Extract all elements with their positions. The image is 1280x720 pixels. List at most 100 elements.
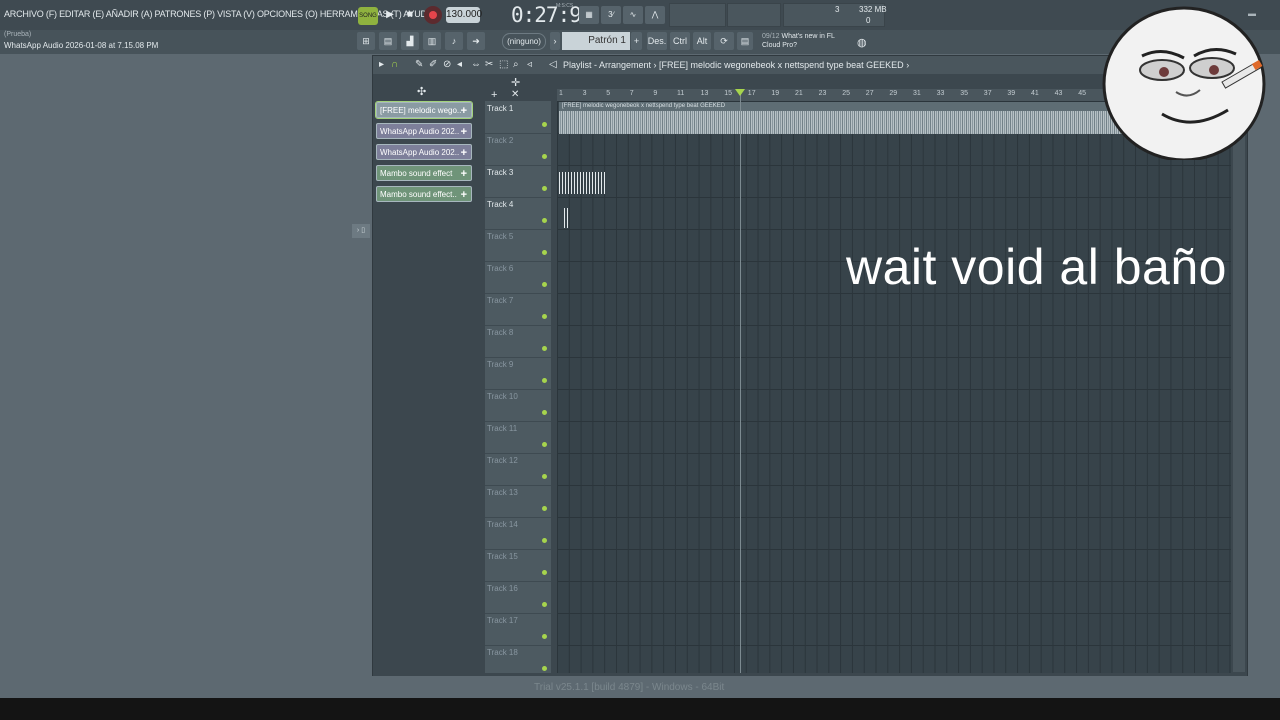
zoom-tool-icon[interactable]: ⌕ [513, 59, 519, 70]
track-header[interactable]: Track 1 [485, 101, 551, 134]
track-header[interactable]: Track 15 [485, 549, 551, 582]
wait-input-icon[interactable]: ∿ [623, 6, 643, 24]
add-track-icon[interactable]: ✛ [511, 76, 520, 89]
track-enable-dot[interactable] [542, 250, 547, 255]
pattern-rec-box[interactable] [669, 3, 726, 27]
playlist-icon[interactable]: ⊞ [357, 32, 375, 50]
playhead-marker[interactable] [735, 89, 745, 96]
plus-icon[interactable]: + [461, 124, 467, 138]
pattern-none-select[interactable]: (ninguno) [502, 33, 546, 50]
prev-pattern-icon[interactable]: › [550, 32, 560, 50]
vertical-scrollbar[interactable] [1233, 76, 1245, 672]
track-enable-dot[interactable] [542, 410, 547, 415]
stop-icon[interactable]: ■ [401, 6, 419, 24]
picker-clip[interactable]: Mambo sound effect.. + [376, 186, 472, 202]
plus-icon[interactable]: + [461, 187, 467, 201]
browser-icon[interactable]: ♪ [445, 32, 463, 50]
speaker-icon[interactable]: ◁ [549, 59, 557, 70]
track-header[interactable]: Track 5 [485, 229, 551, 262]
arrangement-name[interactable]: [FREE] melodic wegonebeok x nettspend ty… [659, 60, 904, 70]
playhead[interactable] [740, 89, 741, 673]
magnet-icon[interactable]: ∩ [391, 59, 398, 70]
window-menu-icon[interactable]: ▸ [379, 59, 384, 70]
track-header[interactable]: Track 4 [485, 197, 551, 230]
piano-roll-icon[interactable]: ▟ [401, 32, 419, 50]
mute-tool-icon[interactable]: ◂ [457, 59, 462, 70]
news-panel[interactable]: 09/12 What's new in FL Cloud Pro? [762, 32, 835, 50]
paint-tool-icon[interactable]: ✐ [429, 59, 437, 70]
slice-tool-icon[interactable]: ✂ [485, 59, 493, 70]
track-enable-dot[interactable] [542, 570, 547, 575]
playlist-grid[interactable] [557, 101, 1231, 673]
play-icon[interactable]: ▶ [381, 6, 399, 24]
track-enable-dot[interactable] [542, 538, 547, 543]
select-tool-icon[interactable]: ⬚ [499, 59, 508, 70]
close-icon[interactable]: ✕ [511, 89, 519, 100]
track-enable-dot[interactable] [542, 314, 547, 319]
arrow-icon[interactable]: ➜ [467, 32, 485, 50]
track-header[interactable]: Track 2 [485, 133, 551, 166]
track-header[interactable]: Track 8 [485, 325, 551, 358]
picker-arrow-icon[interactable]: ✣ [417, 85, 426, 98]
audio-clip-waveform[interactable] [559, 111, 1139, 134]
track-enable-dot[interactable] [542, 186, 547, 191]
picker-clip[interactable]: WhatsApp Audio 202.. + [376, 123, 472, 139]
track-header[interactable]: Track 6 [485, 261, 551, 294]
track-enable-dot[interactable] [542, 378, 547, 383]
delete-tool-icon[interactable]: ⊘ [443, 59, 451, 70]
step-edit-icon[interactable]: 3∕ [601, 6, 621, 24]
plus-icon[interactable]: + [461, 166, 467, 180]
track-enable-dot[interactable] [542, 474, 547, 479]
des-button[interactable]: Des. [647, 32, 667, 50]
slip-tool-icon[interactable]: ⇔ [471, 59, 481, 70]
track-header[interactable]: Track 18 [485, 645, 551, 678]
track-header[interactable]: Track 16 [485, 581, 551, 614]
ctrl-button[interactable]: Ctrl [670, 32, 690, 50]
add-pattern-icon[interactable]: + [631, 32, 642, 50]
track-enable-dot[interactable] [542, 442, 547, 447]
picker-clip[interactable]: Mambo sound effect + [376, 165, 472, 181]
track-header[interactable]: Track 10 [485, 389, 551, 422]
track-header[interactable]: Track 11 [485, 421, 551, 454]
track-header[interactable]: Track 9 [485, 357, 551, 390]
browser-toggle-icon[interactable]: › ▯ [352, 224, 370, 238]
tempo-display[interactable]: 130.000 [446, 7, 482, 23]
draw-tool-icon[interactable]: ✎ [415, 59, 423, 70]
track-enable-dot[interactable] [542, 346, 547, 351]
track-enable-dot[interactable] [542, 666, 547, 671]
track-header[interactable]: Track 7 [485, 293, 551, 326]
plus-icon[interactable]: + [461, 145, 467, 159]
plugin-icon[interactable]: ⟳ [714, 32, 734, 50]
channel-rack-icon[interactable]: ▤ [379, 32, 397, 50]
whatsapp-clip-waveform[interactable] [559, 172, 605, 194]
globe-icon[interactable]: ◍ [857, 36, 867, 49]
picker-clip[interactable]: [FREE] melodic wego.. + [375, 101, 473, 119]
mambo-clip-waveform[interactable] [564, 208, 570, 228]
track-enable-dot[interactable] [542, 122, 547, 127]
track-header[interactable]: Track 17 [485, 613, 551, 646]
track-header[interactable]: Track 14 [485, 517, 551, 550]
plus-icon[interactable]: + [461, 103, 467, 117]
song-mode-button[interactable]: SONG [358, 7, 378, 25]
picker-clip[interactable]: WhatsApp Audio 202.. + [376, 144, 472, 160]
track-header[interactable]: Track 13 [485, 485, 551, 518]
track-enable-dot[interactable] [542, 154, 547, 159]
snap-box[interactable] [727, 3, 781, 27]
metronome-icon[interactable]: ⋀ [645, 6, 665, 24]
alt-button[interactable]: Alt [693, 32, 711, 50]
mixer-icon[interactable]: ▥ [423, 32, 441, 50]
track-enable-dot[interactable] [542, 602, 547, 607]
typing-keyboard-icon[interactable]: ▦ [579, 6, 599, 24]
track-enable-dot[interactable] [542, 218, 547, 223]
store-icon[interactable]: ▤ [737, 32, 753, 50]
pattern-selector[interactable]: Patrón 1 [562, 32, 630, 50]
track-enable-dot[interactable] [542, 282, 547, 287]
record-button[interactable] [424, 6, 442, 24]
playback-tool-icon[interactable]: ◃ [527, 59, 532, 70]
track-header[interactable]: Track 3 [485, 165, 551, 198]
audio-clip-header[interactable]: [FREE] melodic wegonebeok x nettspend ty… [559, 102, 1139, 111]
track-enable-dot[interactable] [542, 506, 547, 511]
track-enable-dot[interactable] [542, 634, 547, 639]
track-header[interactable]: Track 12 [485, 453, 551, 486]
add-icon[interactable]: + [491, 89, 497, 101]
